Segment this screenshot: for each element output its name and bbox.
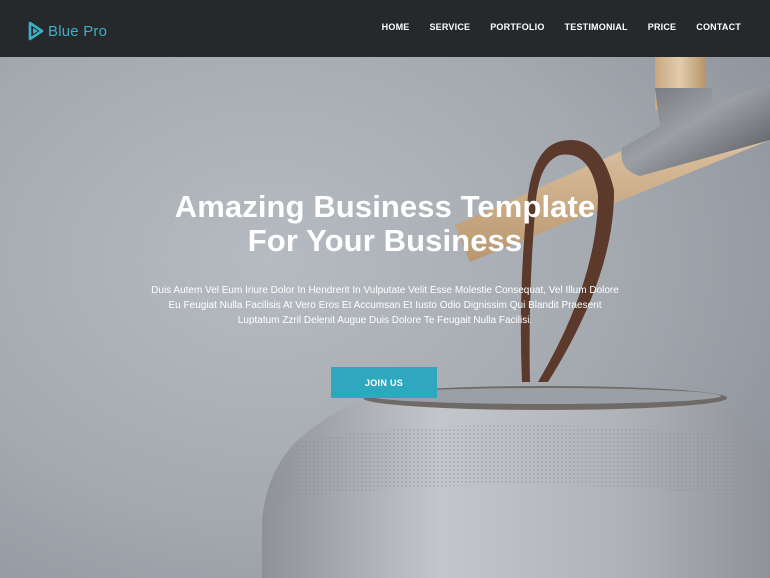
page: Blue Pro HOME SERVICE PORTFOLIO TESTIMON… — [0, 0, 770, 578]
join-us-button[interactable]: JOIN US — [331, 367, 437, 398]
brand-logo[interactable]: Blue Pro — [28, 19, 107, 43]
nav-item-service[interactable]: SERVICE — [429, 22, 470, 32]
nav-item-price[interactable]: PRICE — [648, 22, 677, 32]
hero-description: Duis Autem Vel Eum Iriure Dolor In Hendr… — [151, 285, 619, 326]
hero-title-line-1: Amazing Business Template — [174, 189, 596, 224]
nav-item-testimonial[interactable]: TESTIMONIAL — [565, 22, 628, 32]
nav-item-home[interactable]: HOME — [382, 22, 410, 32]
nav-item-contact[interactable]: CONTACT — [696, 22, 741, 32]
nav-menu: HOME SERVICE PORTFOLIO TESTIMONIAL PRICE… — [362, 22, 741, 32]
hero-title-line-2: For Your Business — [247, 223, 523, 258]
hero-title: Amazing Business Template For Your Busin… — [0, 190, 770, 258]
top-navbar: Blue Pro HOME SERVICE PORTFOLIO TESTIMON… — [0, 0, 770, 57]
hero-section: Amazing Business Template For Your Busin… — [0, 190, 770, 328]
play-logo-icon — [28, 21, 44, 41]
brand-name: Blue Pro — [48, 22, 108, 40]
nav-item-portfolio[interactable]: PORTFOLIO — [490, 22, 544, 32]
